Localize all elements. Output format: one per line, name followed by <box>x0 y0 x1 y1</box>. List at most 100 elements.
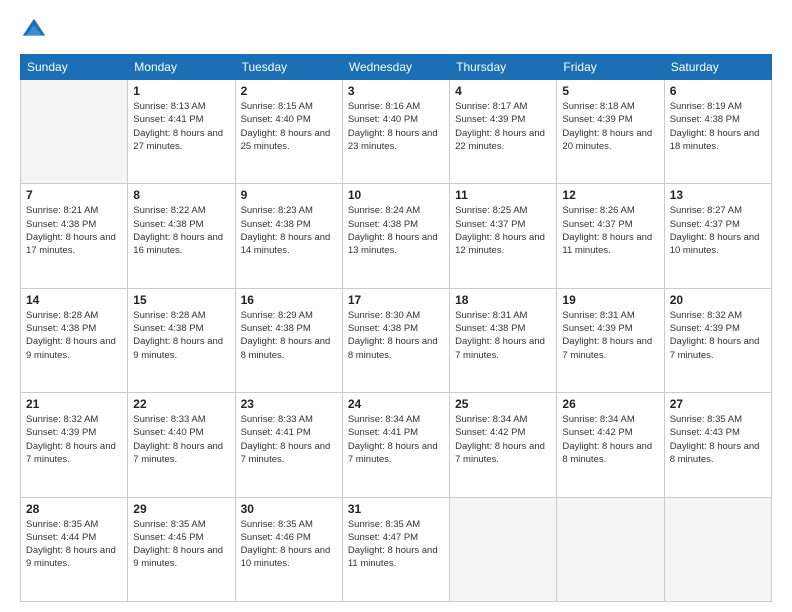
calendar-header-tuesday: Tuesday <box>235 55 342 80</box>
calendar-cell: 8 Sunrise: 8:22 AM Sunset: 4:38 PM Daylig… <box>128 184 235 288</box>
calendar-week-row: 7 Sunrise: 8:21 AM Sunset: 4:38 PM Daylig… <box>21 184 772 288</box>
calendar-cell: 20 Sunrise: 8:32 AM Sunset: 4:39 PM Dayli… <box>664 288 771 392</box>
day-number: 8 <box>133 188 229 202</box>
calendar-cell: 14Sunrise: 8:28 AM Sunset: 4:38 PM Dayli… <box>21 288 128 392</box>
calendar-cell: 23 Sunrise: 8:33 AM Sunset: 4:41 PM Dayli… <box>235 393 342 497</box>
day-number: 16 <box>241 293 337 307</box>
day-number: 20 <box>670 293 766 307</box>
day-number: 19 <box>562 293 658 307</box>
calendar-cell: 18 Sunrise: 8:31 AM Sunset: 4:38 PM Dayli… <box>450 288 557 392</box>
day-number: 13 <box>670 188 766 202</box>
calendar-week-row: 21Sunrise: 8:32 AM Sunset: 4:39 PM Dayli… <box>21 393 772 497</box>
calendar-cell: 10Sunrise: 8:24 AM Sunset: 4:38 PM Dayli… <box>342 184 449 288</box>
calendar-header-sunday: Sunday <box>21 55 128 80</box>
day-info: Sunrise: 8:26 AM Sunset: 4:37 PM Dayligh… <box>562 204 658 257</box>
day-number: 6 <box>670 84 766 98</box>
calendar-cell: 21Sunrise: 8:32 AM Sunset: 4:39 PM Dayli… <box>21 393 128 497</box>
calendar-cell: 2 Sunrise: 8:15 AM Sunset: 4:40 PM Daylig… <box>235 80 342 184</box>
calendar-cell: 5 Sunrise: 8:18 AM Sunset: 4:39 PM Daylig… <box>557 80 664 184</box>
calendar-cell: 30 Sunrise: 8:35 AM Sunset: 4:46 PM Dayli… <box>235 497 342 601</box>
day-info: Sunrise: 8:28 AM Sunset: 4:38 PM Dayligh… <box>26 309 122 362</box>
day-info: Sunrise: 8:34 AM Sunset: 4:42 PM Dayligh… <box>455 413 551 466</box>
calendar-cell <box>21 80 128 184</box>
calendar-cell: 16 Sunrise: 8:29 AM Sunset: 4:38 PM Dayli… <box>235 288 342 392</box>
day-number: 22 <box>133 397 229 411</box>
day-info: Sunrise: 8:34 AM Sunset: 4:41 PM Dayligh… <box>348 413 444 466</box>
calendar-cell: 24 Sunrise: 8:34 AM Sunset: 4:41 PM Dayli… <box>342 393 449 497</box>
day-number: 1 <box>133 84 229 98</box>
day-info: Sunrise: 8:32 AM Sunset: 4:39 PM Dayligh… <box>670 309 766 362</box>
calendar-week-row: 1Sunrise: 8:13 AM Sunset: 4:41 PM Daylig… <box>21 80 772 184</box>
day-info: Sunrise: 8:29 AM Sunset: 4:38 PM Dayligh… <box>241 309 337 362</box>
day-number: 11 <box>455 188 551 202</box>
day-info: Sunrise: 8:35 AM Sunset: 4:45 PM Dayligh… <box>133 518 229 571</box>
calendar-cell: 1Sunrise: 8:13 AM Sunset: 4:41 PM Daylig… <box>128 80 235 184</box>
day-info: Sunrise: 8:16 AM Sunset: 4:40 PM Dayligh… <box>348 100 444 153</box>
calendar-cell: 6 Sunrise: 8:19 AM Sunset: 4:38 PM Daylig… <box>664 80 771 184</box>
header <box>20 16 772 44</box>
calendar-cell: 27Sunrise: 8:35 AM Sunset: 4:43 PM Dayli… <box>664 393 771 497</box>
calendar-cell: 12Sunrise: 8:26 AM Sunset: 4:37 PM Dayli… <box>557 184 664 288</box>
day-info: Sunrise: 8:33 AM Sunset: 4:40 PM Dayligh… <box>133 413 229 466</box>
day-info: Sunrise: 8:15 AM Sunset: 4:40 PM Dayligh… <box>241 100 337 153</box>
calendar-cell: 3 Sunrise: 8:16 AM Sunset: 4:40 PM Daylig… <box>342 80 449 184</box>
day-info: Sunrise: 8:34 AM Sunset: 4:42 PM Dayligh… <box>562 413 658 466</box>
day-info: Sunrise: 8:18 AM Sunset: 4:39 PM Dayligh… <box>562 100 658 153</box>
day-number: 5 <box>562 84 658 98</box>
calendar-cell <box>557 497 664 601</box>
day-number: 3 <box>348 84 444 98</box>
calendar: SundayMondayTuesdayWednesdayThursdayFrid… <box>20 54 772 602</box>
logo-icon <box>20 16 48 44</box>
calendar-cell <box>450 497 557 601</box>
calendar-header-monday: Monday <box>128 55 235 80</box>
day-info: Sunrise: 8:28 AM Sunset: 4:38 PM Dayligh… <box>133 309 229 362</box>
page: SundayMondayTuesdayWednesdayThursdayFrid… <box>0 0 792 612</box>
day-number: 23 <box>241 397 337 411</box>
day-number: 30 <box>241 502 337 516</box>
calendar-cell: 19 Sunrise: 8:31 AM Sunset: 4:39 PM Dayli… <box>557 288 664 392</box>
day-info: Sunrise: 8:23 AM Sunset: 4:38 PM Dayligh… <box>241 204 337 257</box>
calendar-header-thursday: Thursday <box>450 55 557 80</box>
day-number: 15 <box>133 293 229 307</box>
calendar-cell: 28 Sunrise: 8:35 AM Sunset: 4:44 PM Dayli… <box>21 497 128 601</box>
calendar-header-wednesday: Wednesday <box>342 55 449 80</box>
calendar-cell <box>664 497 771 601</box>
calendar-header-row: SundayMondayTuesdayWednesdayThursdayFrid… <box>21 55 772 80</box>
calendar-cell: 22 Sunrise: 8:33 AM Sunset: 4:40 PM Dayli… <box>128 393 235 497</box>
day-number: 4 <box>455 84 551 98</box>
day-info: Sunrise: 8:21 AM Sunset: 4:38 PM Dayligh… <box>26 204 122 257</box>
day-number: 25 <box>455 397 551 411</box>
calendar-cell: 11 Sunrise: 8:25 AM Sunset: 4:37 PM Dayli… <box>450 184 557 288</box>
day-number: 26 <box>562 397 658 411</box>
day-info: Sunrise: 8:31 AM Sunset: 4:38 PM Dayligh… <box>455 309 551 362</box>
day-info: Sunrise: 8:35 AM Sunset: 4:44 PM Dayligh… <box>26 518 122 571</box>
calendar-cell: 7 Sunrise: 8:21 AM Sunset: 4:38 PM Daylig… <box>21 184 128 288</box>
day-number: 7 <box>26 188 122 202</box>
calendar-week-row: 28 Sunrise: 8:35 AM Sunset: 4:44 PM Dayli… <box>21 497 772 601</box>
day-number: 2 <box>241 84 337 98</box>
calendar-header-friday: Friday <box>557 55 664 80</box>
day-number: 28 <box>26 502 122 516</box>
day-info: Sunrise: 8:22 AM Sunset: 4:38 PM Dayligh… <box>133 204 229 257</box>
calendar-header-saturday: Saturday <box>664 55 771 80</box>
day-info: Sunrise: 8:30 AM Sunset: 4:38 PM Dayligh… <box>348 309 444 362</box>
day-number: 31 <box>348 502 444 516</box>
day-info: Sunrise: 8:25 AM Sunset: 4:37 PM Dayligh… <box>455 204 551 257</box>
calendar-cell: 26 Sunrise: 8:34 AM Sunset: 4:42 PM Dayli… <box>557 393 664 497</box>
calendar-cell: 17Sunrise: 8:30 AM Sunset: 4:38 PM Dayli… <box>342 288 449 392</box>
calendar-cell: 9 Sunrise: 8:23 AM Sunset: 4:38 PM Daylig… <box>235 184 342 288</box>
calendar-week-row: 14Sunrise: 8:28 AM Sunset: 4:38 PM Dayli… <box>21 288 772 392</box>
day-info: Sunrise: 8:31 AM Sunset: 4:39 PM Dayligh… <box>562 309 658 362</box>
day-info: Sunrise: 8:35 AM Sunset: 4:43 PM Dayligh… <box>670 413 766 466</box>
day-number: 18 <box>455 293 551 307</box>
day-info: Sunrise: 8:24 AM Sunset: 4:38 PM Dayligh… <box>348 204 444 257</box>
day-info: Sunrise: 8:35 AM Sunset: 4:46 PM Dayligh… <box>241 518 337 571</box>
day-info: Sunrise: 8:27 AM Sunset: 4:37 PM Dayligh… <box>670 204 766 257</box>
day-number: 9 <box>241 188 337 202</box>
day-info: Sunrise: 8:33 AM Sunset: 4:41 PM Dayligh… <box>241 413 337 466</box>
calendar-cell: 25 Sunrise: 8:34 AM Sunset: 4:42 PM Dayli… <box>450 393 557 497</box>
calendar-cell: 29Sunrise: 8:35 AM Sunset: 4:45 PM Dayli… <box>128 497 235 601</box>
day-number: 24 <box>348 397 444 411</box>
calendar-cell: 4Sunrise: 8:17 AM Sunset: 4:39 PM Daylig… <box>450 80 557 184</box>
day-info: Sunrise: 8:19 AM Sunset: 4:38 PM Dayligh… <box>670 100 766 153</box>
